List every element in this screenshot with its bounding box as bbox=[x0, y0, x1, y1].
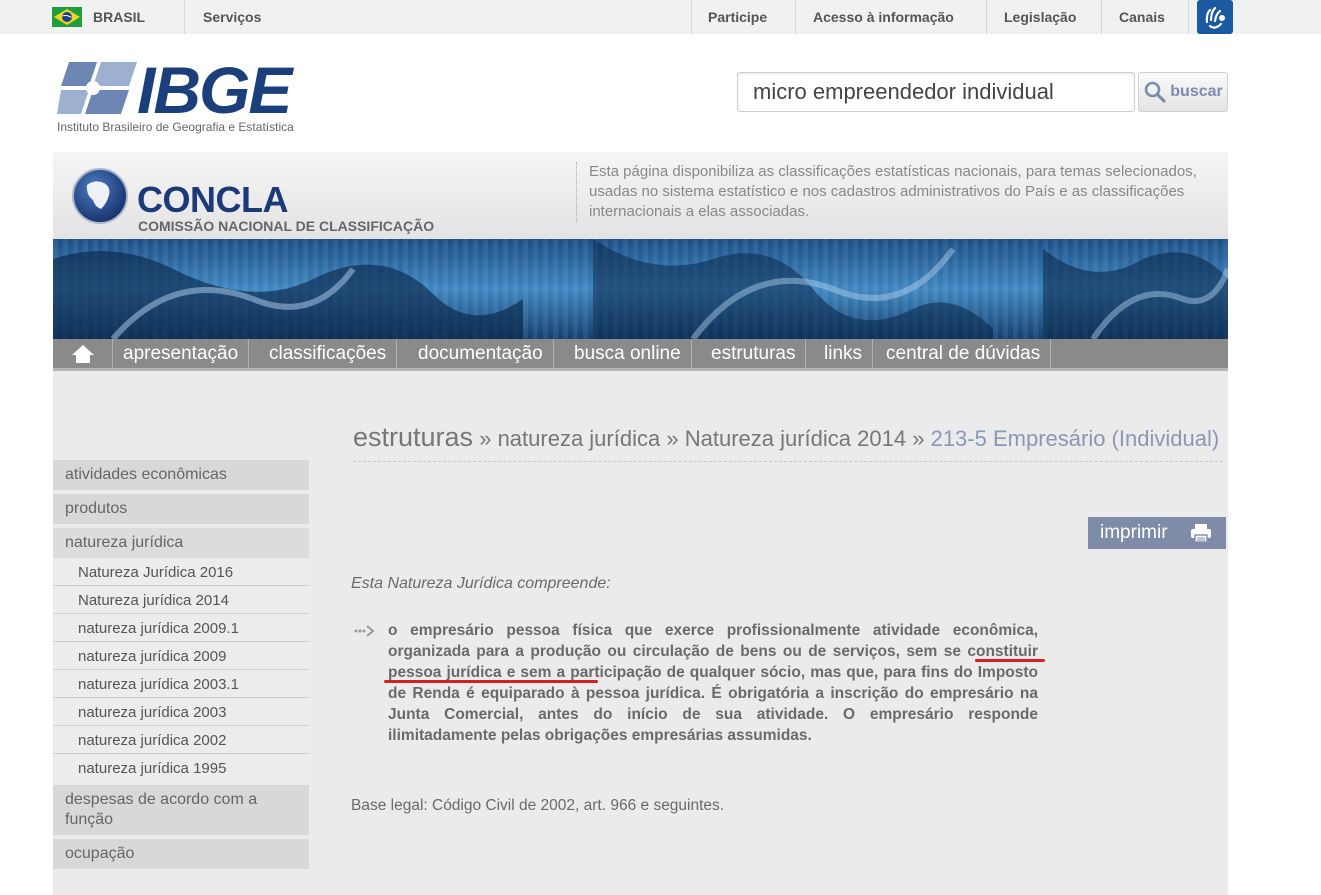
banner-image bbox=[53, 239, 1228, 339]
nav-links[interactable]: links bbox=[814, 339, 874, 368]
breadcrumb-separator: » bbox=[912, 426, 925, 451]
sidebar-subitem-nj-2009[interactable]: natureza jurídica 2009 bbox=[53, 642, 309, 670]
nav-busca-online[interactable]: busca online bbox=[564, 339, 692, 368]
sidebar-subitem-nj-2016[interactable]: Natureza Jurídica 2016 bbox=[53, 558, 309, 586]
canais-link[interactable]: Canais bbox=[1119, 9, 1165, 25]
sidebar-item-natureza-juridica[interactable]: natureza jurídica bbox=[53, 528, 309, 558]
divider bbox=[184, 0, 185, 34]
nav-classificacoes[interactable]: classificações bbox=[259, 339, 398, 368]
sidebar: atividades econômicas produtos natureza … bbox=[53, 460, 309, 873]
sidebar-subitem-nj-2003-1[interactable]: natureza jurídica 2003.1 bbox=[53, 670, 309, 698]
concla-header: CONCLA COMISSÃO NACIONAL DE CLASSIFICAÇÃ… bbox=[53, 152, 1228, 240]
sidebar-subitem-nj-2014[interactable]: Natureza jurídica 2014 bbox=[53, 586, 309, 614]
nav-central-duvidas[interactable]: central de dúvidas bbox=[876, 339, 1052, 368]
red-underline-annotation bbox=[384, 680, 598, 683]
search-button-label: buscar bbox=[1170, 83, 1223, 100]
nav-estruturas[interactable]: estruturas bbox=[701, 339, 807, 368]
ibge-mark-icon bbox=[57, 62, 137, 114]
concla-description: Esta página disponibiliza as classificaç… bbox=[576, 162, 1216, 222]
sidebar-item-despesas-funcao[interactable]: despesas de acordo com a função bbox=[53, 785, 309, 835]
divider bbox=[1188, 0, 1189, 34]
print-button[interactable]: imprimir bbox=[1088, 517, 1226, 549]
legal-basis-text: Base legal: Código Civil de 2002, art. 9… bbox=[351, 797, 725, 814]
concla-logo[interactable]: CONCLA COMISSÃO NACIONAL DE CLASSIFICAÇÃ… bbox=[71, 167, 491, 237]
acesso-informacao-link[interactable]: Acesso à informação bbox=[813, 9, 954, 25]
description-text: o empresário pessoa física que exerce pr… bbox=[388, 620, 1038, 746]
divider bbox=[1101, 0, 1102, 34]
participe-link[interactable]: Participe bbox=[708, 9, 767, 25]
ibge-logo[interactable]: IBGE Instituto Brasileiro de Geografia e… bbox=[57, 53, 337, 138]
sidebar-subitem-nj-2009-1[interactable]: natureza jurídica 2009.1 bbox=[53, 614, 309, 642]
breadcrumb-root[interactable]: estruturas bbox=[353, 422, 473, 452]
nav-documentacao[interactable]: documentação bbox=[408, 339, 554, 368]
libras-accessibility-icon[interactable] bbox=[1197, 0, 1233, 34]
print-button-label: imprimir bbox=[1100, 522, 1168, 543]
ibge-subtitle: Instituto Brasileiro de Geografia e Esta… bbox=[57, 120, 294, 134]
globe-icon bbox=[72, 168, 128, 224]
breadcrumb: estruturas » natureza jurídica » Naturez… bbox=[353, 421, 1223, 462]
nav-apresentacao[interactable]: apresentação bbox=[113, 339, 250, 368]
red-underline-annotation bbox=[975, 659, 1045, 662]
sidebar-item-ocupacao[interactable]: ocupação bbox=[53, 839, 309, 869]
concla-name: CONCLA bbox=[137, 179, 288, 220]
brazil-flag-icon bbox=[52, 7, 82, 27]
legislacao-link[interactable]: Legislação bbox=[1004, 9, 1076, 25]
divider bbox=[986, 0, 987, 34]
intro-text: Esta Natureza Jurídica compreende: bbox=[351, 575, 611, 592]
brasil-link[interactable]: BRASIL bbox=[93, 9, 145, 25]
arrow-bullet-icon bbox=[354, 625, 375, 637]
search-icon bbox=[1144, 81, 1166, 103]
sidebar-item-produtos[interactable]: produtos bbox=[53, 494, 309, 524]
printer-icon bbox=[1191, 524, 1211, 543]
breadcrumb-current: 213-5 Empresário (Individual) bbox=[930, 426, 1220, 451]
home-icon bbox=[71, 344, 94, 363]
gov-bar: BRASIL Serviços Participe Acesso à infor… bbox=[0, 0, 1321, 34]
sidebar-subitem-nj-2003[interactable]: natureza jurídica 2003 bbox=[53, 698, 309, 726]
services-link[interactable]: Serviços bbox=[203, 9, 261, 25]
sidebar-subitem-nj-2002[interactable]: natureza jurídica 2002 bbox=[53, 726, 309, 754]
main-nav: apresentação classificações documentação… bbox=[53, 339, 1228, 371]
ibge-wordmark: IBGE bbox=[137, 53, 292, 127]
search-button[interactable]: buscar bbox=[1138, 72, 1228, 112]
concla-full-name: COMISSÃO NACIONAL DE CLASSIFICAÇÃO bbox=[138, 218, 435, 234]
sidebar-subitem-nj-1995[interactable]: natureza jurídica 1995 bbox=[53, 754, 309, 781]
breadcrumb-level1[interactable]: natureza jurídica bbox=[498, 426, 661, 451]
search-input[interactable] bbox=[737, 72, 1135, 112]
breadcrumb-level2[interactable]: Natureza jurídica 2014 bbox=[685, 426, 906, 451]
breadcrumb-separator: » bbox=[666, 426, 679, 451]
home-button[interactable] bbox=[53, 339, 113, 368]
breadcrumb-separator: » bbox=[479, 426, 492, 451]
divider bbox=[691, 0, 692, 34]
sidebar-subitems: Natureza Jurídica 2016 Natureza jurídica… bbox=[53, 558, 309, 781]
divider bbox=[795, 0, 796, 34]
sidebar-item-atividades-economicas[interactable]: atividades econômicas bbox=[53, 460, 309, 490]
